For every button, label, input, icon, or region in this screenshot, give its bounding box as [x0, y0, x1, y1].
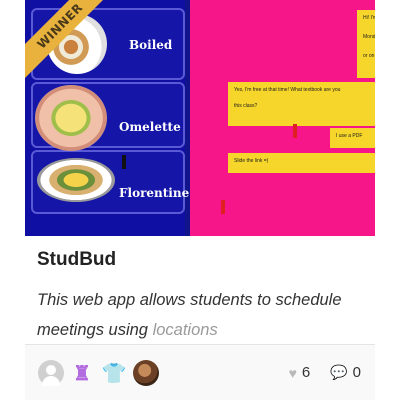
- chat-line: Hi! I'm look: [363, 15, 375, 21]
- florentine-plate-image: [37, 158, 115, 202]
- food-label-florentine: Florentine: [119, 186, 190, 200]
- member-avatar-photo[interactable]: [133, 360, 159, 386]
- project-title[interactable]: StudBud: [37, 249, 116, 271]
- engagement-stats: ♥ 6 💬 0: [289, 364, 361, 381]
- chat-line: I use a PDF: [336, 133, 363, 139]
- chat-line: Slide the link =): [234, 158, 269, 164]
- chat-line: this class?: [234, 103, 258, 109]
- chat-panel: Hi! I'm look Monday at or on zoom Yes, I…: [190, 0, 375, 236]
- project-card[interactable]: Boiled Omelette Florentine WINNER Hi! I'…: [25, 0, 375, 400]
- member-avatar-default[interactable]: [38, 360, 64, 386]
- chat-bubble-incoming: Hi! I'm look Monday at or on zoom: [357, 10, 375, 78]
- robot-icon: ♜: [73, 362, 91, 385]
- project-thumbnail[interactable]: Boiled Omelette Florentine WINNER Hi! I'…: [25, 0, 375, 236]
- heart-icon[interactable]: ♥: [289, 365, 297, 381]
- member-avatar-blue-shirt[interactable]: 👕: [101, 360, 127, 386]
- comment-count: 0: [352, 364, 361, 381]
- description-faded-text: locations: [152, 321, 218, 339]
- like-count: 6: [301, 364, 311, 381]
- cursor-mark: [122, 155, 126, 169]
- chat-bubble-reply: Yes, I'm free at that time! What textboo…: [228, 82, 375, 126]
- shirt-icon: 👕: [101, 362, 127, 385]
- food-label-boiled: Boiled: [129, 38, 173, 52]
- member-avatar-purple-robot[interactable]: ♜: [69, 360, 95, 386]
- omelette-plate-image: [35, 85, 107, 151]
- food-label-omelette: Omelette: [119, 120, 181, 134]
- chat-line: Monday at: [363, 34, 375, 40]
- avatar-head-shape: [46, 365, 56, 375]
- chat-line: or on zoom: [363, 53, 375, 59]
- red-cursor-mark: [293, 124, 297, 138]
- card-footer: ♜ 👕 ♥ 6 💬 0: [25, 344, 375, 400]
- avatar-shoulders-shape: [42, 376, 60, 386]
- project-description: This web app allows students to schedule…: [37, 285, 367, 345]
- comment-icon[interactable]: 💬: [330, 364, 347, 381]
- red-cursor-mark: [221, 200, 225, 214]
- chat-bubble-pdf: I use a PDF: [330, 128, 375, 148]
- chat-bubble-link: Slide the link =): [228, 153, 375, 173]
- chat-line: Yes, I'm free at that time! What textboo…: [234, 87, 341, 93]
